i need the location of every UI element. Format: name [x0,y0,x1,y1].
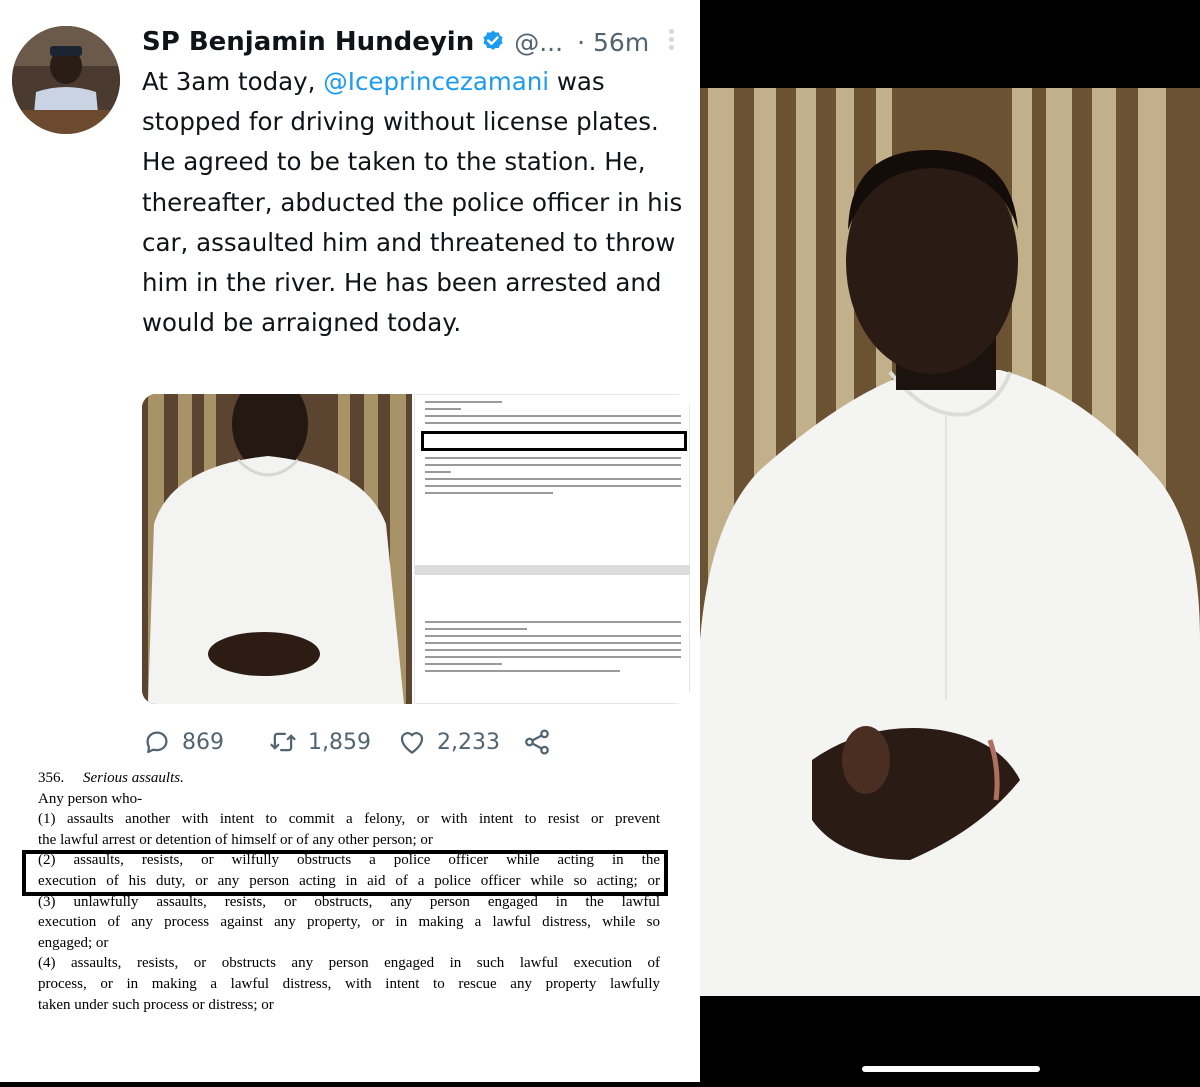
doc-highlight-box [421,431,687,451]
home-indicator[interactable] [862,1066,1040,1072]
tweet-text-part: At 3am today, [142,67,324,96]
clause-highlight-box [22,850,668,896]
arrest-photo [700,0,1200,1082]
share-icon [525,729,549,755]
separator-dot: · [577,27,586,57]
verified-badge-icon [483,30,503,50]
photo-panel [700,0,1200,1082]
tweet-media[interactable] [142,394,690,704]
law-heading: 356. Serious assaults. [38,768,660,789]
tweet-header: SP Benjamin Hundeyin @... · 56m [142,22,649,62]
reply-count: 869 [182,729,224,755]
retweet-icon [270,732,296,752]
more-icon[interactable] [664,26,678,56]
tweet-timestamp[interactable]: 56m [593,28,649,57]
law-clause-line: (1) assaults another with intent to comm… [38,811,660,828]
law-clause-line: the lawful arrest or detention of himsel… [38,831,433,848]
tweet-text: At 3am today, @Iceprincezamani was stopp… [142,62,694,343]
avatar[interactable] [12,26,120,134]
law-clause-line: taken under such process or distress; or [38,996,274,1013]
like-icon [400,732,424,754]
doc-text-block [425,457,681,499]
law-clause-line: execution of any process against any pro… [38,914,660,931]
reply-icon [146,731,168,754]
share-button[interactable] [522,727,552,757]
reply-button[interactable]: 869 [142,727,224,757]
author-handle[interactable]: @... [514,28,563,57]
tweet-actions: 869 1,859 2,233 [142,724,552,760]
author-name[interactable]: SP Benjamin Hundeyin [142,27,474,57]
law-intro: Any person who- [38,790,143,807]
media-document-thumbnail[interactable] [414,394,690,704]
retweet-button[interactable]: 1,859 [268,727,371,757]
law-clause-line: process, or in making a lawful distress,… [38,975,660,992]
like-count: 2,233 [436,729,500,755]
like-button[interactable]: 2,233 [397,727,500,757]
law-clause-line: (4) assaults, resists, or obstructs any … [38,955,660,972]
doc-text-block [425,401,681,429]
law-section-title: Serious assaults. [83,770,184,786]
media-photo-thumbnail[interactable] [142,394,412,704]
doc-divider [415,565,690,575]
law-section-number: 356. [38,770,65,786]
tweet-panel: SP Benjamin Hundeyin @... · 56m At 3am t… [0,0,700,1082]
law-clause-line: engaged; or [38,934,109,951]
retweet-count: 1,859 [308,729,371,755]
mention-link[interactable]: @Iceprincezamani [323,67,549,96]
doc-text-block [425,621,681,677]
tweet-text-part: was stopped for driving without license … [142,67,683,338]
